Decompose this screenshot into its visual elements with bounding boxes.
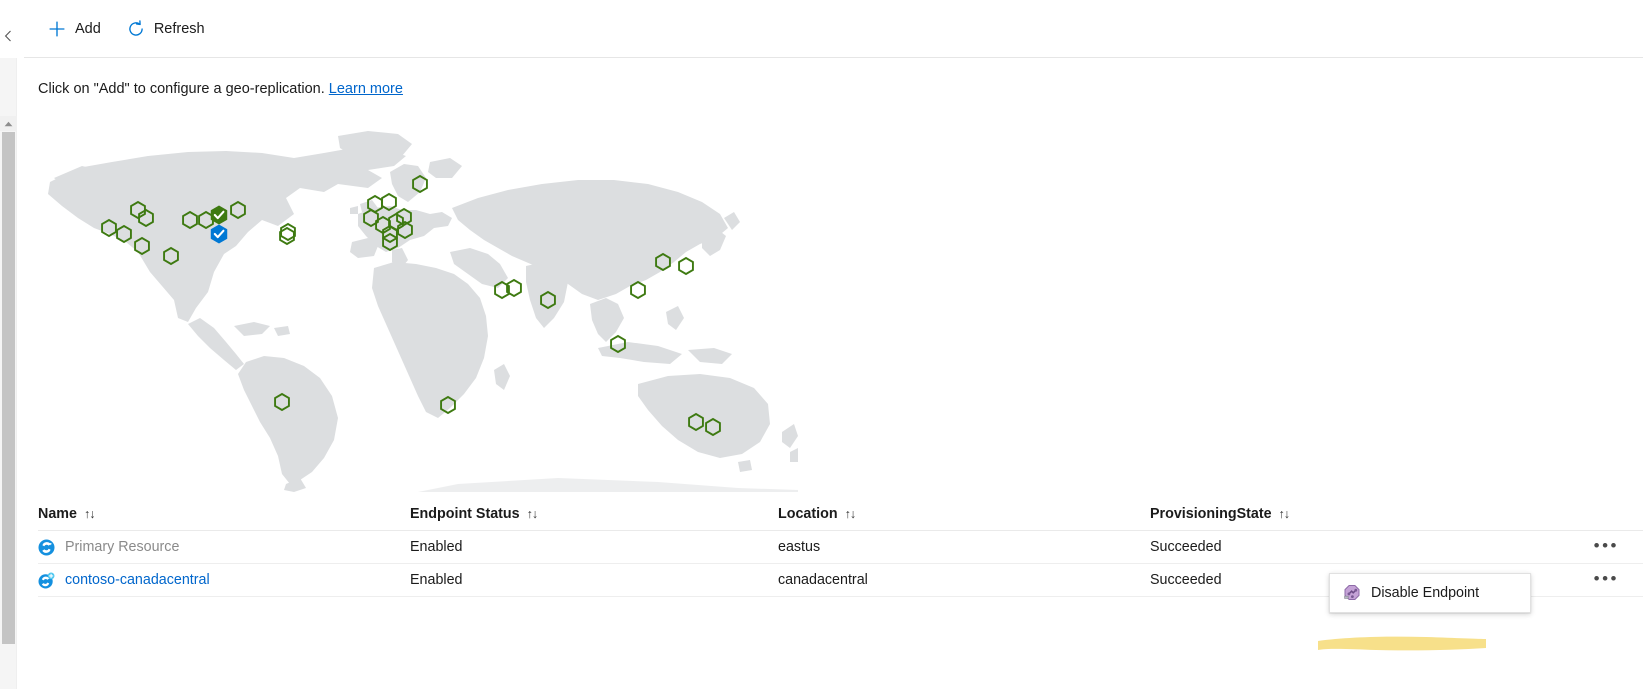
refresh-button[interactable]: Refresh <box>117 12 215 46</box>
sort-arrows-icon: ↑↓ <box>83 507 95 521</box>
map-landmasses <box>48 131 798 492</box>
refresh-icon <box>127 19 145 38</box>
container-registry-icon <box>38 539 55 556</box>
add-button[interactable]: Add <box>38 12 111 46</box>
cell-location: canadacentral <box>778 572 868 588</box>
column-header-location-label: Location <box>778 506 838 522</box>
cell-name: Primary Resource <box>38 539 410 556</box>
info-description: Click on "Add" to configure a geo-replic… <box>38 81 403 97</box>
sort-arrows-icon: ↑↓ <box>1278 507 1290 521</box>
row-name-link[interactable]: contoso-canadacentral <box>65 572 210 588</box>
row-context-menu[interactable]: Disable Endpoint <box>1329 573 1531 613</box>
vertical-scrollbar[interactable] <box>0 58 17 689</box>
add-button-label: Add <box>75 20 101 37</box>
learn-more-link[interactable]: Learn more <box>329 81 403 97</box>
cell-endpoint-status: Enabled <box>410 539 463 555</box>
map-marker-available-region[interactable] <box>678 256 694 276</box>
cell-name: contoso-canadacentral <box>38 572 410 589</box>
cell-endpoint-status: Enabled <box>410 572 463 588</box>
column-header-name-label: Name <box>38 506 77 522</box>
chevron-left-icon[interactable] <box>1 30 15 46</box>
sort-arrows-icon: ↑↓ <box>844 507 856 521</box>
cell-actions: ••• <box>1530 568 1643 593</box>
plus-icon <box>48 20 66 38</box>
more-actions-icon[interactable]: ••• <box>1592 568 1621 593</box>
column-header-provisioning-state-label: ProvisioningState <box>1150 506 1272 522</box>
caret-up-icon[interactable] <box>0 116 17 131</box>
column-header-name[interactable]: Name ↑↓ <box>38 506 410 522</box>
table-row[interactable]: Primary Resource Enabled eastus Succeede… <box>38 531 1643 564</box>
scrollbar-thumb[interactable] <box>2 132 15 644</box>
geo-replication-blade: Add Refresh Click on "Add" to configure … <box>0 0 1643 689</box>
map-marker-available-region[interactable] <box>630 280 646 300</box>
command-bar: Add Refresh <box>24 0 1643 58</box>
column-header-endpoint-status[interactable]: Endpoint Status ↑↓ <box>410 506 778 522</box>
cell-actions: ••• <box>1530 535 1643 560</box>
cell-provisioning-state: Succeeded <box>1150 539 1222 555</box>
info-text: Click on "Add" to configure a geo-replic… <box>38 81 325 97</box>
more-actions-icon[interactable]: ••• <box>1592 535 1621 560</box>
container-registry-replication-icon <box>38 572 55 589</box>
column-header-provisioning-state[interactable]: ProvisioningState ↑↓ <box>1150 506 1530 522</box>
cell-location: eastus <box>778 539 821 555</box>
disable-endpoint-label: Disable Endpoint <box>1371 585 1480 601</box>
sort-arrows-icon: ↑↓ <box>526 507 538 521</box>
geo-replication-map[interactable] <box>38 122 798 492</box>
table-header-row: Name ↑↓ Endpoint Status ↑↓ Location ↑↓ P… <box>38 498 1643 531</box>
column-header-endpoint-status-label: Endpoint Status <box>410 506 520 522</box>
row-name-label: Primary Resource <box>65 539 180 555</box>
column-header-location[interactable]: Location ↑↓ <box>778 506 1150 522</box>
highlighter-annotation <box>1316 636 1488 653</box>
disable-endpoint-icon <box>1343 584 1361 602</box>
refresh-button-label: Refresh <box>153 20 205 37</box>
left-rail <box>0 0 20 689</box>
